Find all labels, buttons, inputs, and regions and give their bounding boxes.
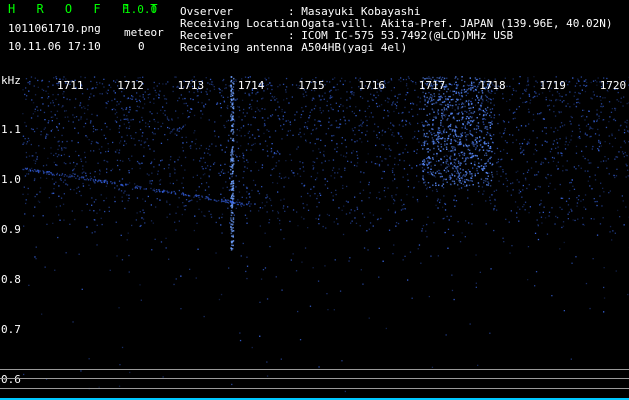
- reference-line: [0, 369, 629, 370]
- antenna-label: Receiving antenna: [180, 41, 293, 54]
- app-version: 1.0.0: [124, 3, 158, 16]
- x-tick-label: 1716: [358, 79, 386, 92]
- y-tick-label: 1.0: [1, 173, 21, 186]
- reference-line: [0, 378, 629, 379]
- x-tick-label: 1713: [177, 79, 205, 92]
- meteor-count: 0: [138, 40, 145, 53]
- x-tick-label: 1715: [298, 79, 325, 92]
- y-tick-label: 0.9: [1, 223, 21, 236]
- x-tick-label: 1718: [479, 79, 506, 92]
- meteor-label: meteor: [124, 26, 164, 39]
- y-tick-label: 0.6: [1, 373, 21, 386]
- y-tick-label: 1.1: [1, 123, 21, 136]
- reference-line: [0, 388, 629, 389]
- x-tick-label: 1720: [599, 79, 627, 92]
- y-tick-label: 0.8: [1, 273, 21, 286]
- y-tick-label: 0.7: [1, 323, 21, 336]
- capture-datetime: 10.11.06 17:10: [8, 40, 101, 53]
- x-tick-label: 1714: [237, 79, 265, 92]
- x-tick-label: 1719: [539, 79, 566, 92]
- x-tick-label: 1717: [418, 79, 446, 92]
- image-filename: 1011061710.png: [8, 22, 101, 35]
- spectrogram-plot: [22, 76, 629, 393]
- y-unit-label: kHz: [1, 74, 21, 87]
- antenna-value: : A504HB(yagi 4el): [288, 41, 408, 54]
- x-tick-label: 1711: [57, 79, 84, 92]
- x-tick-label: 1712: [117, 79, 144, 92]
